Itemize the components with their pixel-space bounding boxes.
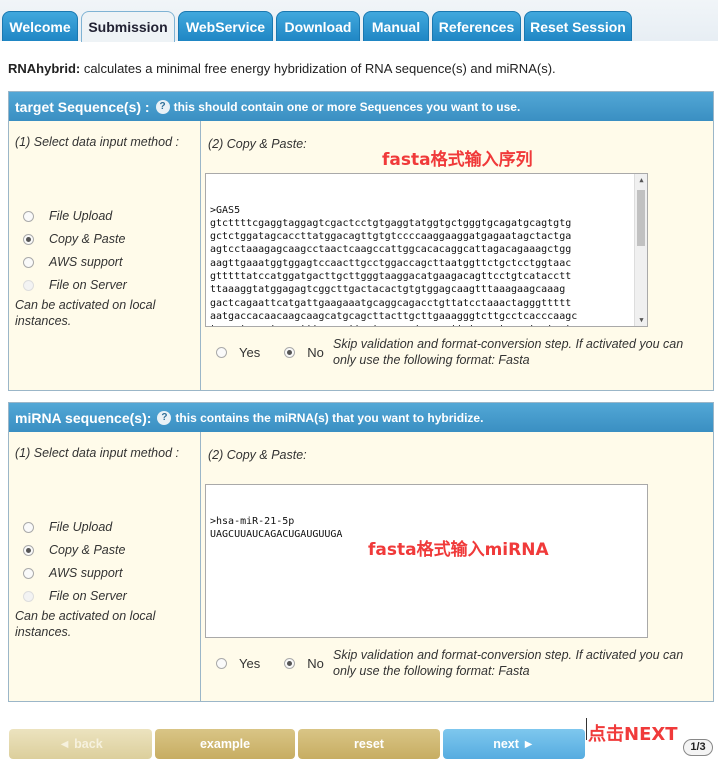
target-option-file-upload[interactable]: File Upload (23, 209, 112, 223)
target-paste-label: (2) Copy & Paste: (208, 137, 307, 151)
tab-reset-session[interactable]: Reset Session (524, 11, 632, 41)
radio-aws-support[interactable] (23, 567, 34, 579)
radio-copy-paste[interactable] (23, 233, 34, 245)
mirna-panel-title: miRNA sequence(s): (15, 409, 152, 426)
text-cursor (586, 718, 587, 740)
option-label: File Upload (49, 520, 113, 534)
mirna-skip-toggle: Yes No (216, 656, 324, 671)
radio-copy-paste[interactable] (23, 544, 34, 556)
target-paste-column: (2) Copy & Paste: fasta格式输入序列 >GAS5 gtct… (202, 121, 713, 391)
tab-welcome[interactable]: Welcome (2, 11, 78, 41)
reset-button[interactable]: reset (298, 729, 440, 759)
radio-aws-support[interactable] (23, 256, 34, 268)
mirna-panel-header: miRNA sequence(s): ? this contains the mi… (9, 403, 713, 432)
target-local-note: Can be activated on local instances. (15, 298, 156, 328)
target-panel-title: target Sequence(s) : (15, 98, 150, 115)
target-option-aws-support[interactable]: AWS support (23, 255, 122, 269)
target-option-copy-paste[interactable]: Copy & Paste (23, 232, 125, 246)
radio-skip-yes[interactable] (216, 658, 227, 669)
radio-skip-no[interactable] (284, 658, 296, 669)
no-label: No (307, 656, 324, 671)
mirna-option-aws-support[interactable]: AWS support (23, 566, 122, 580)
radio-file-upload[interactable] (23, 210, 34, 222)
target-option-file-on-server: File on Server (23, 278, 127, 292)
mirna-help-text: this contains the miRNA(s) that you want… (175, 410, 484, 425)
next-button[interactable]: next ► (443, 729, 585, 759)
mirna-option-file-on-server: File on Server (23, 589, 127, 603)
target-method-column: (1) Select data input method : File Uplo… (9, 121, 201, 391)
yes-label: Yes (239, 345, 261, 360)
radio-skip-no[interactable] (284, 347, 296, 358)
option-label: Copy & Paste (49, 543, 126, 557)
page-indicator: 1/3 (683, 739, 713, 756)
target-skip-text: Skip validation and format-conversion st… (333, 337, 684, 367)
scroll-thumb[interactable] (637, 190, 645, 246)
option-label: Copy & Paste (49, 232, 126, 246)
option-label: AWS support (49, 255, 123, 269)
target-sequence-panel: target Sequence(s) : ? this should contai… (8, 91, 714, 391)
radio-file-upload[interactable] (23, 521, 34, 533)
tab-webservice[interactable]: WebService (178, 11, 273, 41)
target-help-text: this should contain one or more Sequence… (173, 99, 521, 114)
option-label: File on Server (49, 278, 127, 292)
intro-text: RNAhybrid: calculates a minimal free ene… (8, 61, 556, 76)
scroll-up-icon[interactable]: ▲ (635, 174, 647, 186)
target-skip-toggle: Yes No (216, 345, 324, 360)
tab-bar: Welcome Submission WebService Download M… (0, 0, 718, 42)
target-method-label: (1) Select data input method : (15, 135, 179, 149)
mirna-method-column: (1) Select data input method : File Uplo… (9, 432, 201, 702)
target-sequence-textarea[interactable]: >GAS5 gtcttttcgaggtaggagtcgactcctgtgaggt… (205, 173, 648, 327)
mirna-annotation: fasta格式输入miRNA (368, 540, 549, 560)
mirna-option-copy-paste[interactable]: Copy & Paste (23, 543, 125, 557)
mirna-method-label: (1) Select data input method : (15, 446, 179, 460)
mirna-paste-column: (2) Copy & Paste: >hsa-miR-21-5p UAGCUUA… (202, 432, 713, 702)
yes-label: Yes (239, 656, 261, 671)
mirna-sequence-textarea[interactable]: >hsa-miR-21-5p UAGCUUAUCAGACUGAUGUUGA (205, 484, 648, 638)
radio-file-on-server (23, 590, 34, 602)
tab-references[interactable]: References (432, 11, 521, 41)
target-panel-header: target Sequence(s) : ? this should contai… (9, 92, 713, 121)
target-sequence-text: >GAS5 gtcttttcgaggtaggagtcgactcctgtgaggt… (210, 204, 578, 326)
tab-manual[interactable]: Manual (363, 11, 429, 41)
target-annotation: fasta格式输入序列 (382, 150, 533, 170)
intro-description: calculates a minimal free energy hybridi… (80, 61, 556, 76)
tab-submission[interactable]: Submission (81, 11, 175, 42)
help-icon[interactable]: ? (157, 410, 172, 425)
radio-skip-yes[interactable] (216, 347, 227, 358)
example-button[interactable]: example (155, 729, 295, 759)
option-label: File Upload (49, 209, 113, 223)
no-label: No (307, 345, 324, 360)
option-label: AWS support (49, 566, 123, 580)
target-scrollbar[interactable]: ▲ ▼ (634, 174, 647, 326)
next-annotation: 点击NEXT (588, 724, 678, 745)
help-icon[interactable]: ? (155, 99, 170, 114)
mirna-paste-label: (2) Copy & Paste: (208, 448, 307, 462)
mirna-skip-text: Skip validation and format-conversion st… (333, 648, 684, 678)
mirna-sequence-panel: miRNA sequence(s): ? this contains the mi… (8, 402, 714, 702)
radio-file-on-server (23, 279, 34, 291)
scroll-down-icon[interactable]: ▼ (635, 314, 647, 326)
tab-download[interactable]: Download (276, 11, 360, 41)
back-button[interactable]: ◄ back (9, 729, 152, 759)
option-label: File on Server (49, 589, 127, 603)
app-name: RNAhybrid: (8, 61, 81, 76)
mirna-local-note: Can be activated on local instances. (15, 609, 156, 639)
mirna-option-file-upload[interactable]: File Upload (23, 520, 112, 534)
